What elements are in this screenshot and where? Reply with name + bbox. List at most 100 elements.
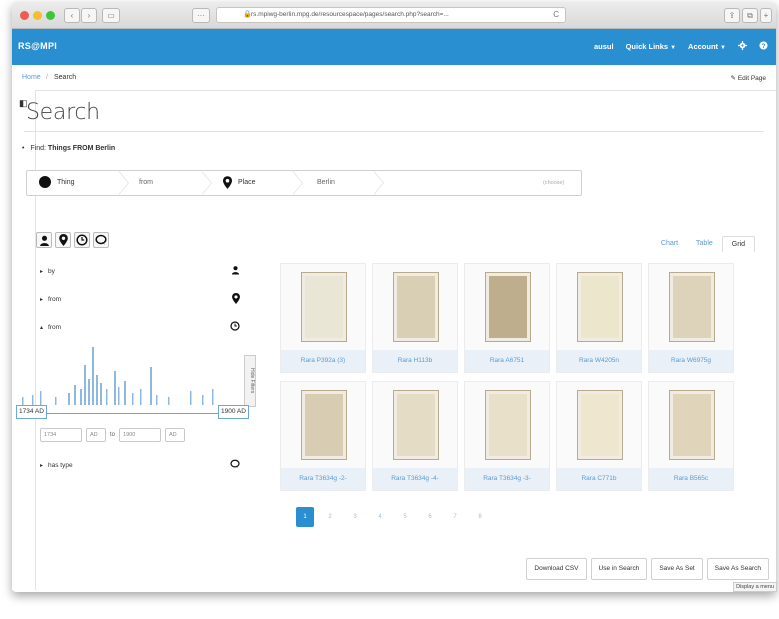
- tab-grid[interactable]: Grid: [721, 236, 755, 252]
- pagination: 1 2 3 4 5 6 7 8: [296, 507, 489, 527]
- result-id[interactable]: Rara W4205n: [557, 350, 641, 372]
- settings-gear-icon[interactable]: [738, 41, 747, 52]
- result-id[interactable]: Rara P392a (3): [281, 350, 365, 372]
- query-segment-label: Thing: [57, 179, 75, 186]
- breadcrumb-home[interactable]: Home: [22, 74, 41, 81]
- reload-icon[interactable]: C: [553, 8, 559, 22]
- person-icon[interactable]: [36, 232, 52, 248]
- tab-chart[interactable]: Chart: [652, 236, 687, 252]
- reader-button[interactable]: ···: [192, 8, 210, 23]
- query-segment-place[interactable]: Place: [223, 171, 256, 195]
- query-segment-from[interactable]: from: [139, 171, 153, 195]
- query-placeholder[interactable]: (choose): [543, 171, 564, 195]
- page-button[interactable]: 3: [346, 507, 364, 527]
- zoom-window-button[interactable]: [46, 11, 55, 20]
- page-button[interactable]: 2: [321, 507, 339, 527]
- sidebar-button[interactable]: ▭: [102, 8, 120, 23]
- result-card[interactable]: Rara C771b: [556, 381, 642, 491]
- query-builder[interactable]: Thing from Place Berlin (choose): [26, 170, 582, 196]
- save-as-set-button[interactable]: Save As Set: [651, 558, 703, 580]
- download-csv-button[interactable]: Download CSV: [526, 558, 587, 580]
- pencil-icon: ✎: [730, 75, 738, 82]
- result-id[interactable]: Rara W6975g: [649, 350, 733, 372]
- result-card[interactable]: Rara B565c: [648, 381, 734, 491]
- result-card[interactable]: Rara W6975g: [648, 263, 734, 373]
- edit-page-link[interactable]: ✎ Edit Page: [731, 74, 766, 82]
- from-era-select[interactable]: AD: [86, 428, 106, 442]
- filter-row-from-place[interactable]: ▸ from: [40, 293, 240, 304]
- tabs-button[interactable]: ⧉: [742, 8, 758, 23]
- breadcrumb: Home / Search ✎ Edit Page: [12, 65, 776, 91]
- query-segment-berlin[interactable]: Berlin: [317, 171, 335, 195]
- close-window-button[interactable]: [20, 11, 29, 20]
- date-histogram[interactable]: [10, 345, 222, 405]
- back-button[interactable]: ‹: [64, 8, 80, 23]
- result-card[interactable]: Rara W4205n: [556, 263, 642, 373]
- date-range-slider[interactable]: [18, 413, 243, 414]
- share-button[interactable]: ⇪: [724, 8, 740, 23]
- result-thumbnail: [301, 390, 347, 460]
- find-summary: • Find: Things FROM Berlin: [22, 145, 115, 152]
- result-thumbnail: [669, 272, 715, 342]
- thing-dot-icon: [39, 176, 51, 189]
- chat-bubble-icon[interactable]: [93, 232, 109, 248]
- user-link[interactable]: ausul: [594, 42, 614, 51]
- result-card[interactable]: Rara T3634g -3-: [464, 381, 550, 491]
- help-icon[interactable]: ?: [759, 41, 768, 52]
- page-button[interactable]: 1: [296, 507, 314, 527]
- minimize-window-button[interactable]: [33, 11, 42, 20]
- filter-row-from-time[interactable]: ▴ from: [40, 321, 240, 331]
- result-thumbnail: [393, 390, 439, 460]
- page-button[interactable]: 7: [446, 507, 464, 527]
- range-start-handle[interactable]: 1734 AD: [16, 405, 47, 419]
- result-id[interactable]: Rara T3634g -3-: [465, 468, 549, 490]
- breadcrumb-separator: /: [46, 74, 48, 81]
- result-card[interactable]: Rara H113b: [372, 263, 458, 373]
- address-bar[interactable]: 🔒 rs.mpiwg-berlin.mpg.de/resourcespace/p…: [216, 7, 566, 23]
- filter-row-by[interactable]: ▸ by: [40, 266, 240, 275]
- to-year-input[interactable]: 1900: [119, 428, 162, 442]
- brand-logo[interactable]: RS@MPI: [18, 41, 57, 51]
- filter-row-has-type[interactable]: ▸ has type: [40, 459, 240, 469]
- range-end-handle[interactable]: 1900 AD: [218, 405, 249, 419]
- result-card[interactable]: Rara A6751: [464, 263, 550, 373]
- result-id[interactable]: Rara T3634g -2-: [281, 468, 365, 490]
- from-year-input[interactable]: 1734: [40, 428, 82, 442]
- clock-icon[interactable]: [74, 232, 90, 248]
- page-button[interactable]: 8: [471, 507, 489, 527]
- account-label: Account: [688, 42, 719, 51]
- result-card[interactable]: Rara T3634g -4-: [372, 381, 458, 491]
- location-pin-icon: [223, 175, 232, 189]
- use-in-search-button[interactable]: Use in Search: [590, 558, 648, 580]
- quick-links-menu[interactable]: Quick Links ▼: [626, 42, 676, 51]
- hide-filters-tab[interactable]: Hide Filters: [244, 355, 256, 407]
- to-era-select[interactable]: AD: [165, 428, 186, 442]
- filter-label: from: [48, 296, 62, 303]
- result-id[interactable]: Rara T3634g -4-: [373, 468, 457, 490]
- page-button[interactable]: 6: [421, 507, 439, 527]
- result-id[interactable]: Rara B565c: [649, 468, 733, 490]
- page-button[interactable]: 5: [396, 507, 414, 527]
- save-as-search-button[interactable]: Save As Search: [706, 558, 769, 580]
- location-pin-icon[interactable]: [55, 232, 71, 248]
- result-card[interactable]: Rara T3634g -2-: [280, 381, 366, 491]
- query-segment-thing[interactable]: Thing: [39, 171, 75, 195]
- result-thumbnail: [577, 390, 623, 460]
- page-title: Search: [26, 100, 100, 125]
- result-card[interactable]: Rara P392a (3): [280, 263, 366, 373]
- page-button[interactable]: 4: [371, 507, 389, 527]
- result-thumbnail: [669, 390, 715, 460]
- segment-separator: [373, 171, 386, 195]
- result-id[interactable]: Rara C771b: [557, 468, 641, 490]
- result-id[interactable]: Rara A6751: [465, 350, 549, 372]
- caret-down-icon: ▼: [720, 45, 726, 51]
- account-menu[interactable]: Account ▼: [688, 42, 726, 51]
- tab-table[interactable]: Table: [687, 236, 722, 252]
- new-tab-button[interactable]: +: [760, 8, 772, 23]
- result-thumbnail: [393, 272, 439, 342]
- segment-separator: [201, 171, 214, 195]
- expand-arrow-icon[interactable]: •: [22, 145, 24, 152]
- forward-button[interactable]: ›: [81, 8, 97, 23]
- segment-separator: [118, 171, 131, 195]
- result-id[interactable]: Rara H113b: [373, 350, 457, 372]
